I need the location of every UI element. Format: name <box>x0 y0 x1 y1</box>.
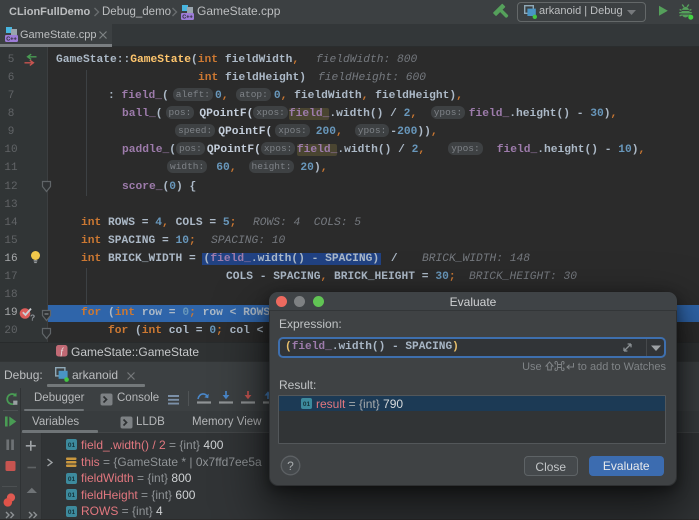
svg-text:01: 01 <box>68 509 76 516</box>
svg-text:?: ? <box>30 313 35 323</box>
svg-text:01: 01 <box>68 442 76 449</box>
svg-text:?: ? <box>287 459 294 473</box>
svg-text:01: 01 <box>303 401 311 408</box>
svg-text:01: 01 <box>68 492 76 499</box>
svg-text:C++: C++ <box>182 15 193 20</box>
svg-text:01: 01 <box>68 476 76 483</box>
svg-text:C++: C++ <box>6 37 17 42</box>
